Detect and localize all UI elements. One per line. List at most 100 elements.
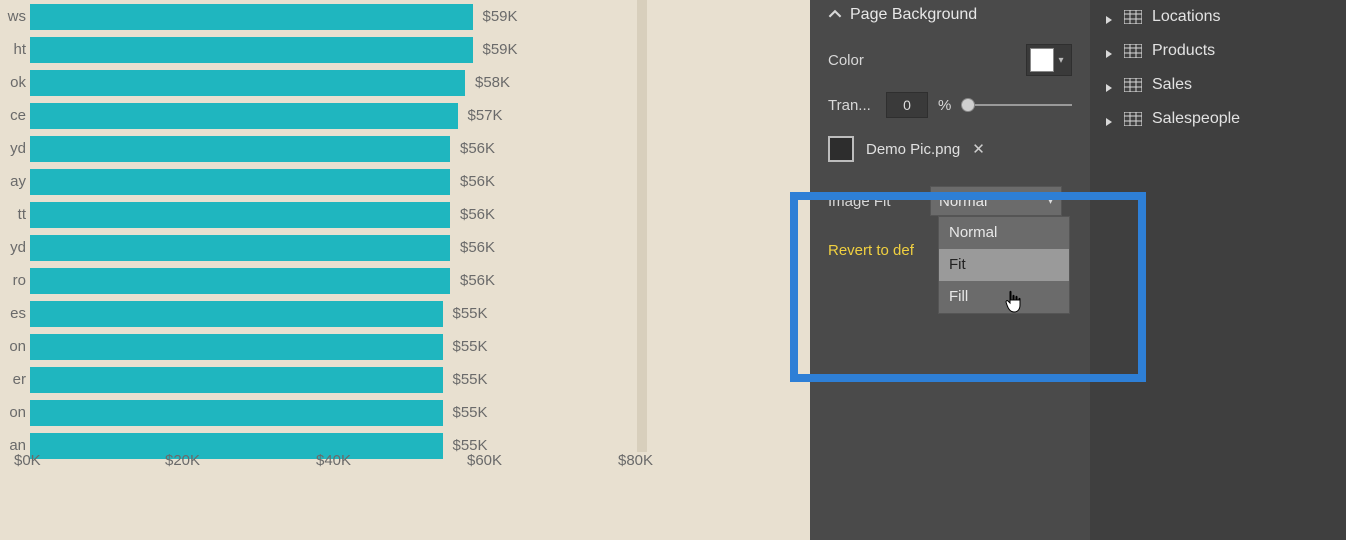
- section-page-background[interactable]: Page Background: [810, 0, 1090, 34]
- slider-track: [961, 104, 1072, 106]
- bar-row: ay $56K: [0, 165, 660, 198]
- cursor-pointer-icon: [1004, 290, 1024, 314]
- bar[interactable]: [30, 400, 443, 426]
- bar-value-label: $56K: [460, 206, 495, 223]
- clear-image-button[interactable]: ✕: [972, 140, 985, 158]
- transparency-input[interactable]: 0: [886, 92, 928, 118]
- bar[interactable]: [30, 334, 443, 360]
- bar-chart[interactable]: ws $59K ht $59K ok $58K ce $57K yd $56K ay $56K tt $5…: [0, 0, 660, 462]
- bar[interactable]: [30, 136, 450, 162]
- bar[interactable]: [30, 202, 450, 228]
- x-axis-tick: $20K: [165, 452, 200, 469]
- slider-thumb[interactable]: [961, 98, 975, 112]
- report-canvas[interactable]: ws $59K ht $59K ok $58K ce $57K yd $56K ay $56K tt $5…: [0, 0, 810, 540]
- bar-value-label: $56K: [460, 173, 495, 190]
- bar-row: er $55K: [0, 363, 660, 396]
- bar-value-label: $55K: [453, 404, 488, 421]
- bar-category-label: ws: [0, 8, 30, 25]
- bar-row: ro $56K: [0, 264, 660, 297]
- expand-triangle-icon[interactable]: [1104, 46, 1114, 56]
- bar-category-label: ok: [0, 74, 30, 91]
- property-transparency: Tran... 0 %: [810, 86, 1090, 124]
- chevron-down-icon: ▾: [1048, 196, 1053, 207]
- bar-category-label: ce: [0, 107, 30, 124]
- field-table-locations[interactable]: Locations: [1090, 0, 1346, 34]
- bar-row: on $55K: [0, 396, 660, 429]
- bar-row: ok $58K: [0, 66, 660, 99]
- bar-category-label: tt: [0, 206, 30, 223]
- bar-value-label: $59K: [483, 41, 518, 58]
- table-icon: [1124, 10, 1142, 24]
- bar-category-label: on: [0, 338, 30, 355]
- bar[interactable]: [30, 301, 443, 327]
- expand-triangle-icon[interactable]: [1104, 114, 1114, 124]
- chevron-up-icon: [828, 7, 842, 21]
- table-icon: [1124, 78, 1142, 92]
- x-axis-tick: $0K: [14, 452, 41, 469]
- revert-to-default-link[interactable]: Revert to def: [810, 228, 936, 273]
- x-axis-tick: $40K: [316, 452, 351, 469]
- x-axis-tick: $80K: [618, 452, 653, 469]
- bar-category-label: ay: [0, 173, 30, 190]
- field-table-salespeople[interactable]: Salespeople: [1090, 102, 1346, 136]
- bar-value-label: $56K: [460, 272, 495, 289]
- bar-category-label: ro: [0, 272, 30, 289]
- table-icon: [1124, 44, 1142, 58]
- transparency-unit: %: [938, 97, 951, 114]
- color-label: Color: [828, 52, 864, 69]
- bar-row: es $55K: [0, 297, 660, 330]
- bar-row: ht $59K: [0, 33, 660, 66]
- bar-value-label: $58K: [475, 74, 510, 91]
- bar-category-label: yd: [0, 239, 30, 256]
- bar-row: tt $56K: [0, 198, 660, 231]
- bar[interactable]: [30, 433, 443, 459]
- expand-triangle-icon[interactable]: [1104, 80, 1114, 90]
- bar[interactable]: [30, 37, 473, 63]
- fields-panel: Locations Products Sales Salespeople: [1090, 0, 1346, 540]
- property-image-fit: Image Fit Normal ▾ NormalFitFill: [810, 174, 1090, 228]
- property-image-file: Demo Pic.png ✕: [810, 124, 1090, 174]
- bar-category-label: yd: [0, 140, 30, 157]
- bar[interactable]: [30, 367, 443, 393]
- bar-row: ce $57K: [0, 99, 660, 132]
- bar-category-label: on: [0, 404, 30, 421]
- bar-category-label: ht: [0, 41, 30, 58]
- bar-row: yd $56K: [0, 132, 660, 165]
- bar-value-label: $57K: [468, 107, 503, 124]
- image-fit-select[interactable]: Normal ▾: [930, 186, 1062, 216]
- bar-value-label: $56K: [460, 239, 495, 256]
- bar[interactable]: [30, 103, 458, 129]
- bar[interactable]: [30, 235, 450, 261]
- color-picker[interactable]: ▾: [1026, 44, 1072, 76]
- dropdown-option-normal[interactable]: Normal: [939, 217, 1069, 249]
- bar-row: yd $56K: [0, 231, 660, 264]
- bar[interactable]: [30, 268, 450, 294]
- field-table-label: Locations: [1152, 8, 1221, 26]
- bar-category-label: er: [0, 371, 30, 388]
- image-fit-selected-value: Normal: [939, 193, 987, 210]
- image-fit-label: Image Fit: [828, 193, 918, 210]
- table-icon: [1124, 112, 1142, 126]
- image-file-name: Demo Pic.png: [866, 141, 960, 158]
- expand-triangle-icon[interactable]: [1104, 12, 1114, 22]
- field-table-sales[interactable]: Sales: [1090, 68, 1346, 102]
- field-table-products[interactable]: Products: [1090, 34, 1346, 68]
- field-table-label: Salespeople: [1152, 110, 1240, 128]
- image-thumbnail[interactable]: [828, 136, 854, 162]
- x-axis-tick: $60K: [467, 452, 502, 469]
- bar[interactable]: [30, 4, 473, 30]
- section-title: Page Background: [850, 6, 977, 24]
- bar-category-label: es: [0, 305, 30, 322]
- property-color: Color ▾: [810, 34, 1090, 86]
- color-swatch-preview: [1030, 48, 1054, 72]
- field-table-label: Products: [1152, 42, 1215, 60]
- bar[interactable]: [30, 70, 465, 96]
- dropdown-option-fit[interactable]: Fit: [939, 249, 1069, 281]
- bar-value-label: $59K: [483, 8, 518, 25]
- transparency-label: Tran...: [828, 97, 876, 114]
- transparency-slider[interactable]: [961, 95, 1072, 115]
- bar-value-label: $55K: [453, 305, 488, 322]
- bar-value-label: $56K: [460, 140, 495, 157]
- bar[interactable]: [30, 169, 450, 195]
- bar-value-label: $55K: [453, 371, 488, 388]
